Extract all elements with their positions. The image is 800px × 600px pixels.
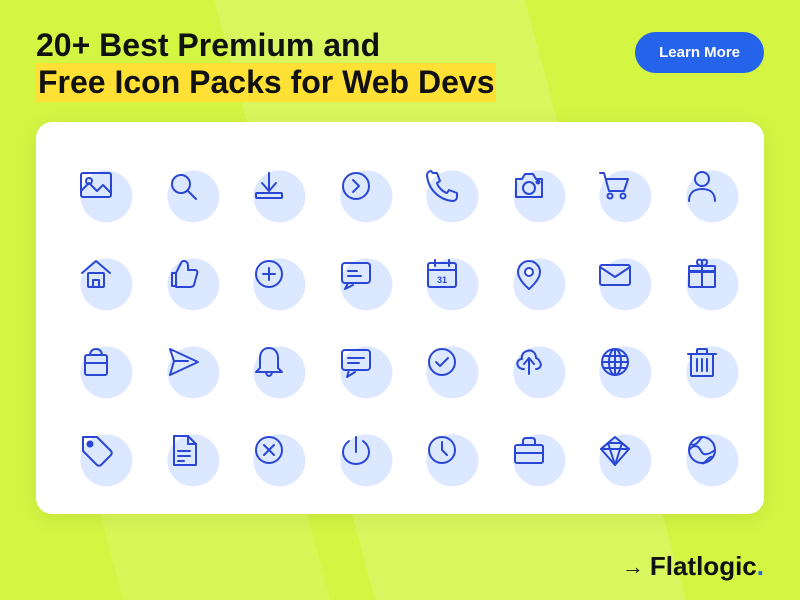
list-item	[229, 146, 309, 226]
home-icon	[75, 253, 117, 295]
camera-icon	[508, 165, 550, 207]
arrow-right-circle-icon	[335, 165, 377, 207]
clock-icon	[421, 429, 463, 471]
list-item	[56, 146, 136, 226]
list-item	[143, 234, 223, 314]
title-line2: Free Icon Packs for Web Devs	[36, 63, 496, 101]
calendar-icon: 31	[421, 253, 463, 295]
user-icon	[681, 165, 723, 207]
icon-card: 31	[36, 122, 764, 514]
list-item	[662, 322, 742, 402]
footer: → Flatlogic.	[622, 551, 764, 582]
list-item	[143, 146, 223, 226]
list-item	[316, 410, 396, 490]
list-item	[489, 322, 569, 402]
list-item	[575, 410, 655, 490]
list-item	[229, 234, 309, 314]
list-item	[316, 322, 396, 402]
list-item	[489, 234, 569, 314]
diamond-icon	[594, 429, 636, 471]
file-icon	[162, 429, 204, 471]
list-item	[575, 322, 655, 402]
list-item	[143, 410, 223, 490]
power-icon	[335, 429, 377, 471]
tag-icon	[75, 429, 117, 471]
title-block: 20+ Best Premium and Free Icon Packs for…	[36, 28, 496, 102]
arrow-icon: →	[622, 554, 644, 580]
list-item	[662, 234, 742, 314]
list-item	[402, 410, 482, 490]
list-item	[402, 146, 482, 226]
chat-icon	[335, 341, 377, 383]
check-circle-icon	[421, 341, 463, 383]
trash-icon	[681, 341, 723, 383]
list-item	[489, 410, 569, 490]
header: 20+ Best Premium and Free Icon Packs for…	[0, 0, 800, 122]
message-icon	[335, 253, 377, 295]
icons-grid: 31	[56, 146, 744, 490]
cloud-upload-icon	[508, 341, 550, 383]
list-item	[575, 234, 655, 314]
briefcase-icon	[508, 429, 550, 471]
list-item	[662, 410, 742, 490]
thumbsup-icon	[162, 253, 204, 295]
list-item: 31	[402, 234, 482, 314]
learn-more-button[interactable]: Learn More	[635, 32, 764, 73]
list-item	[316, 234, 396, 314]
phone-icon	[421, 165, 463, 207]
search-icon	[162, 165, 204, 207]
image-icon	[75, 165, 117, 207]
plus-circle-icon	[248, 253, 290, 295]
x-circle-icon	[248, 429, 290, 471]
list-item	[489, 146, 569, 226]
list-item	[56, 322, 136, 402]
download-icon	[248, 165, 290, 207]
title-line1: 20+ Best Premium and	[36, 28, 496, 63]
brand-name: Flatlogic.	[650, 551, 764, 582]
list-item	[575, 146, 655, 226]
earth-icon	[681, 429, 723, 471]
list-item	[143, 322, 223, 402]
send-icon	[162, 341, 204, 383]
gift-icon	[681, 253, 723, 295]
cart-icon	[594, 165, 636, 207]
mail-icon	[594, 253, 636, 295]
list-item	[662, 146, 742, 226]
list-item	[229, 410, 309, 490]
list-item	[229, 322, 309, 402]
svg-text:31: 31	[437, 275, 447, 285]
list-item	[56, 234, 136, 314]
location-icon	[508, 253, 550, 295]
list-item	[316, 146, 396, 226]
shopping-bag-icon	[75, 341, 117, 383]
globe-icon	[594, 341, 636, 383]
list-item	[56, 410, 136, 490]
list-item	[402, 322, 482, 402]
bell-icon	[248, 341, 290, 383]
